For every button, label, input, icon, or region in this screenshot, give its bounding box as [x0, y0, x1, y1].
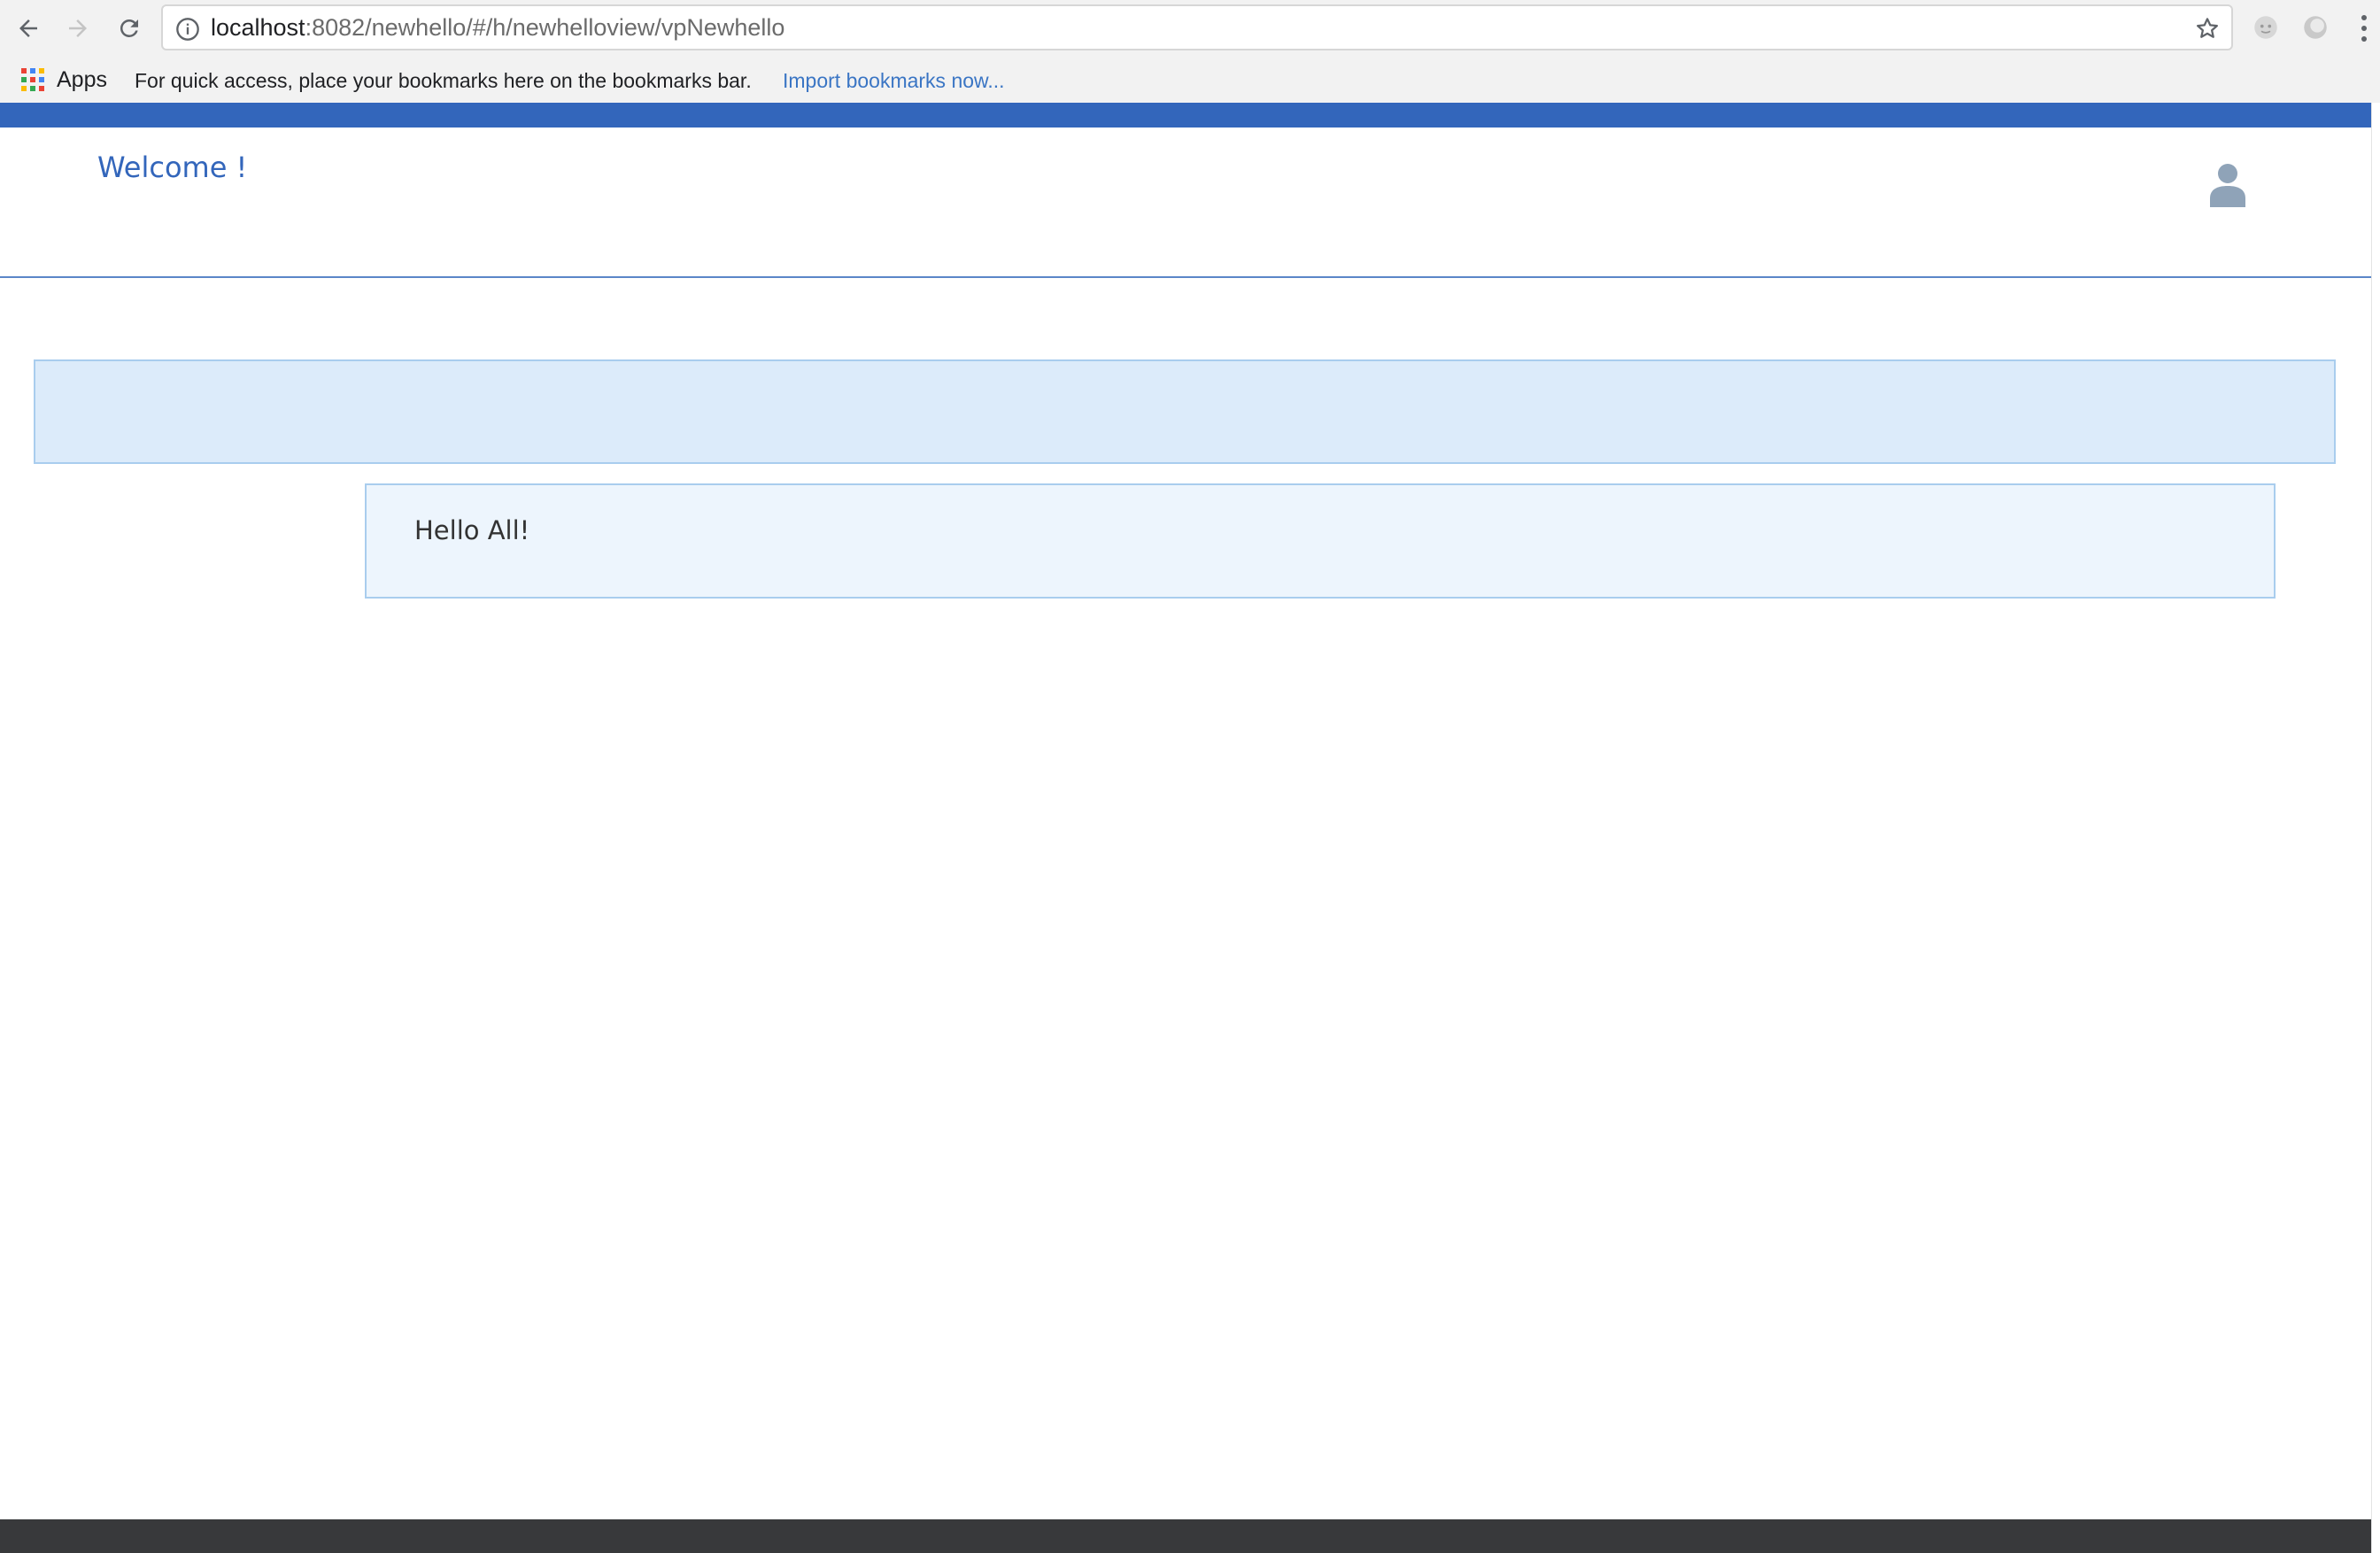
content-panel: Hello All!: [365, 483, 2276, 599]
address-bar[interactable]: localhost:8082/newhello/#/h/newhelloview…: [161, 4, 2233, 50]
panel-message: Hello All!: [414, 515, 530, 545]
info-banner: [34, 359, 2336, 464]
back-arrow-icon: [19, 19, 37, 37]
forward-arrow-icon: [69, 19, 87, 37]
web-page: Welcome ! Hello All!: [0, 103, 2371, 1553]
apps-label: Apps: [57, 66, 107, 92]
import-bookmarks-link[interactable]: Import bookmarks now...: [783, 69, 1005, 93]
forward-button[interactable]: [58, 9, 97, 48]
browser-toolbar: localhost:8082/newhello/#/h/newhelloview…: [0, 0, 2380, 57]
app-header: Welcome !: [0, 127, 2371, 278]
top-brand-band: [0, 103, 2371, 127]
reload-button[interactable]: [110, 9, 149, 48]
extension-icon[interactable]: [2251, 12, 2281, 42]
scrollbar-track[interactable]: [2371, 103, 2380, 1553]
bookmarks-bar: Apps For quick access, place your bookma…: [0, 57, 2380, 103]
url-host: localhost: [211, 14, 305, 41]
back-button[interactable]: [9, 9, 48, 48]
reload-icon: [120, 19, 138, 37]
bookmarks-hint: For quick access, place your bookmarks h…: [135, 69, 752, 92]
welcome-title: Welcome !: [97, 151, 248, 184]
profile-circle-icon[interactable]: [2300, 12, 2330, 42]
star-icon[interactable]: [2194, 15, 2221, 42]
url-path: :8082/newhello/#/h/newhelloview/vpNewhel…: [305, 14, 785, 41]
apps-grid-icon: [21, 68, 44, 91]
user-icon[interactable]: [2208, 163, 2247, 207]
url-text: localhost:8082/newhello/#/h/newhelloview…: [211, 6, 784, 49]
info-icon[interactable]: [175, 17, 200, 42]
menu-dots-icon[interactable]: [2355, 12, 2373, 44]
apps-shortcut[interactable]: Apps: [21, 66, 107, 94]
page-footer: [0, 1519, 2371, 1553]
